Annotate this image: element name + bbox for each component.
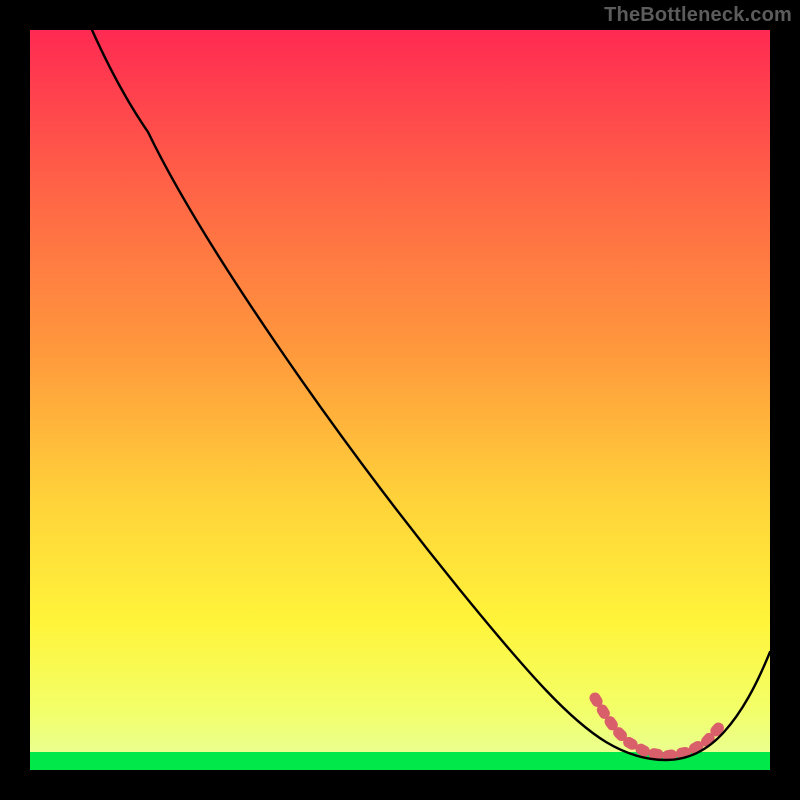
chart-frame: TheBottleneck.com [0,0,800,800]
plot-area [30,30,770,770]
gradient-background [30,30,770,752]
chart-svg [30,30,770,770]
watermark-label: TheBottleneck.com [604,4,792,27]
